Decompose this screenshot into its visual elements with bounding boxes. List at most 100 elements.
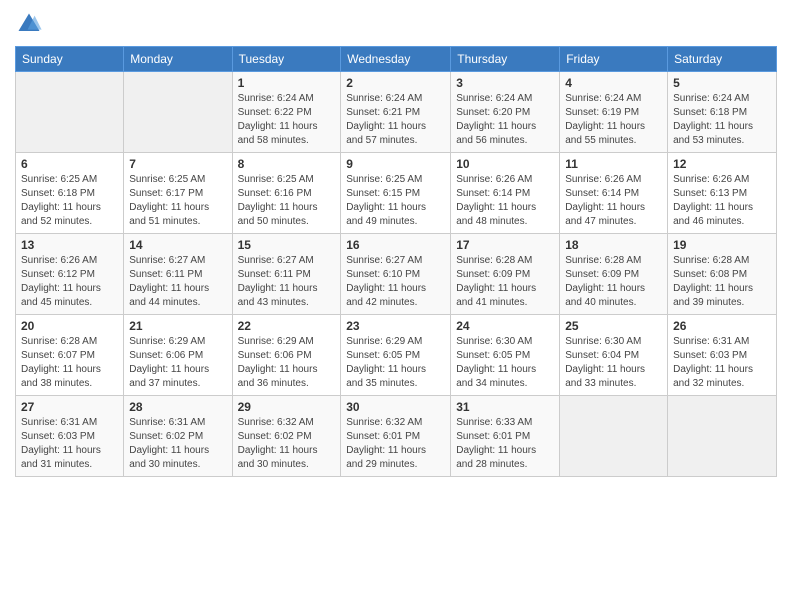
day-header-friday: Friday — [560, 47, 668, 72]
day-info: Sunrise: 6:27 AM Sunset: 6:11 PM Dayligh… — [129, 254, 226, 310]
day-header-wednesday: Wednesday — [341, 47, 451, 72]
calendar-cell: 27 Sunrise: 6:31 AM Sunset: 6:03 PM Dayli… — [16, 396, 124, 477]
calendar-body: 1Sunrise: 6:24 AM Sunset: 6:22 PM Daylig… — [16, 72, 777, 477]
day-number: 19 — [673, 238, 771, 252]
calendar-cell: 4 Sunrise: 6:24 AM Sunset: 6:19 PM Daylig… — [560, 72, 668, 153]
day-info: Sunrise: 6:28 AM Sunset: 6:07 PM Dayligh… — [21, 335, 118, 391]
day-number: 29 — [238, 400, 336, 414]
day-number: 12 — [673, 157, 771, 171]
days-header-row: SundayMondayTuesdayWednesdayThursdayFrid… — [16, 47, 777, 72]
day-info: Sunrise: 6:30 AM Sunset: 6:05 PM Dayligh… — [456, 335, 554, 391]
day-header-saturday: Saturday — [668, 47, 777, 72]
calendar-cell: 26Sunrise: 6:31 AM Sunset: 6:03 PM Dayli… — [668, 315, 777, 396]
day-info: Sunrise: 6:27 AM Sunset: 6:11 PM Dayligh… — [238, 254, 336, 310]
day-number: 5 — [673, 76, 771, 90]
week-row-1: 1Sunrise: 6:24 AM Sunset: 6:22 PM Daylig… — [16, 72, 777, 153]
day-info: Sunrise: 6:31 AM Sunset: 6:03 PM Dayligh… — [21, 416, 118, 472]
calendar-cell: 5 Sunrise: 6:24 AM Sunset: 6:18 PM Daylig… — [668, 72, 777, 153]
calendar-cell: 17 Sunrise: 6:28 AM Sunset: 6:09 PM Dayli… — [451, 234, 560, 315]
day-info: Sunrise: 6:29 AM Sunset: 6:05 PM Dayligh… — [346, 335, 445, 391]
calendar-cell — [124, 72, 232, 153]
day-info: Sunrise: 6:25 AM Sunset: 6:18 PM Dayligh… — [21, 173, 118, 229]
day-number: 2 — [346, 76, 445, 90]
day-info: Sunrise: 6:32 AM Sunset: 6:02 PM Dayligh… — [238, 416, 336, 472]
day-header-tuesday: Tuesday — [232, 47, 341, 72]
day-number: 10 — [456, 157, 554, 171]
day-number: 26 — [673, 319, 771, 333]
day-number: 13 — [21, 238, 118, 252]
calendar-cell: 2 Sunrise: 6:24 AM Sunset: 6:21 PM Daylig… — [341, 72, 451, 153]
logo-icon — [15, 10, 43, 38]
day-number: 27 — [21, 400, 118, 414]
day-number: 16 — [346, 238, 445, 252]
calendar-cell: 13Sunrise: 6:26 AM Sunset: 6:12 PM Dayli… — [16, 234, 124, 315]
day-number: 30 — [346, 400, 445, 414]
day-info: Sunrise: 6:26 AM Sunset: 6:13 PM Dayligh… — [673, 173, 771, 229]
page: SundayMondayTuesdayWednesdayThursdayFrid… — [0, 0, 792, 487]
day-info: Sunrise: 6:28 AM Sunset: 6:08 PM Dayligh… — [673, 254, 771, 310]
calendar-cell: 25 Sunrise: 6:30 AM Sunset: 6:04 PM Dayli… — [560, 315, 668, 396]
calendar-cell: 22Sunrise: 6:29 AM Sunset: 6:06 PM Dayli… — [232, 315, 341, 396]
day-number: 25 — [565, 319, 662, 333]
day-info: Sunrise: 6:26 AM Sunset: 6:14 PM Dayligh… — [456, 173, 554, 229]
day-info: Sunrise: 6:28 AM Sunset: 6:09 PM Dayligh… — [565, 254, 662, 310]
day-info: Sunrise: 6:27 AM Sunset: 6:10 PM Dayligh… — [346, 254, 445, 310]
calendar-cell: 28 Sunrise: 6:31 AM Sunset: 6:02 PM Dayli… — [124, 396, 232, 477]
day-number: 14 — [129, 238, 226, 252]
calendar-cell: 8Sunrise: 6:25 AM Sunset: 6:16 PM Daylig… — [232, 153, 341, 234]
day-number: 7 — [129, 157, 226, 171]
day-info: Sunrise: 6:32 AM Sunset: 6:01 PM Dayligh… — [346, 416, 445, 472]
day-number: 20 — [21, 319, 118, 333]
week-row-5: 27 Sunrise: 6:31 AM Sunset: 6:03 PM Dayli… — [16, 396, 777, 477]
day-number: 23 — [346, 319, 445, 333]
day-number: 22 — [238, 319, 336, 333]
day-info: Sunrise: 6:24 AM Sunset: 6:22 PM Dayligh… — [238, 92, 336, 148]
calendar-cell: 15 Sunrise: 6:27 AM Sunset: 6:11 PM Dayli… — [232, 234, 341, 315]
header — [15, 10, 777, 38]
day-info: Sunrise: 6:24 AM Sunset: 6:20 PM Dayligh… — [456, 92, 554, 148]
calendar-cell: 23 Sunrise: 6:29 AM Sunset: 6:05 PM Dayli… — [341, 315, 451, 396]
week-row-3: 13Sunrise: 6:26 AM Sunset: 6:12 PM Dayli… — [16, 234, 777, 315]
calendar-cell: 3Sunrise: 6:24 AM Sunset: 6:20 PM Daylig… — [451, 72, 560, 153]
day-number: 15 — [238, 238, 336, 252]
day-number: 9 — [346, 157, 445, 171]
day-number: 4 — [565, 76, 662, 90]
calendar-cell: 20 Sunrise: 6:28 AM Sunset: 6:07 PM Dayli… — [16, 315, 124, 396]
day-info: Sunrise: 6:29 AM Sunset: 6:06 PM Dayligh… — [129, 335, 226, 391]
day-info: Sunrise: 6:25 AM Sunset: 6:17 PM Dayligh… — [129, 173, 226, 229]
day-info: Sunrise: 6:24 AM Sunset: 6:19 PM Dayligh… — [565, 92, 662, 148]
day-number: 6 — [21, 157, 118, 171]
calendar-cell: 14 Sunrise: 6:27 AM Sunset: 6:11 PM Dayli… — [124, 234, 232, 315]
calendar-cell: 6 Sunrise: 6:25 AM Sunset: 6:18 PM Daylig… — [16, 153, 124, 234]
day-number: 28 — [129, 400, 226, 414]
calendar-cell: 12 Sunrise: 6:26 AM Sunset: 6:13 PM Dayli… — [668, 153, 777, 234]
week-row-4: 20 Sunrise: 6:28 AM Sunset: 6:07 PM Dayli… — [16, 315, 777, 396]
calendar-cell: 9 Sunrise: 6:25 AM Sunset: 6:15 PM Daylig… — [341, 153, 451, 234]
day-number: 8 — [238, 157, 336, 171]
calendar-cell: 16 Sunrise: 6:27 AM Sunset: 6:10 PM Dayli… — [341, 234, 451, 315]
calendar: SundayMondayTuesdayWednesdayThursdayFrid… — [15, 46, 777, 477]
day-number: 31 — [456, 400, 554, 414]
day-number: 21 — [129, 319, 226, 333]
day-number: 11 — [565, 157, 662, 171]
calendar-header: SundayMondayTuesdayWednesdayThursdayFrid… — [16, 47, 777, 72]
day-info: Sunrise: 6:30 AM Sunset: 6:04 PM Dayligh… — [565, 335, 662, 391]
calendar-cell: 19 Sunrise: 6:28 AM Sunset: 6:08 PM Dayli… — [668, 234, 777, 315]
week-row-2: 6 Sunrise: 6:25 AM Sunset: 6:18 PM Daylig… — [16, 153, 777, 234]
day-info: Sunrise: 6:31 AM Sunset: 6:02 PM Dayligh… — [129, 416, 226, 472]
calendar-cell: 7 Sunrise: 6:25 AM Sunset: 6:17 PM Daylig… — [124, 153, 232, 234]
day-number: 17 — [456, 238, 554, 252]
day-header-sunday: Sunday — [16, 47, 124, 72]
day-info: Sunrise: 6:26 AM Sunset: 6:14 PM Dayligh… — [565, 173, 662, 229]
calendar-cell: 29 Sunrise: 6:32 AM Sunset: 6:02 PM Dayli… — [232, 396, 341, 477]
calendar-cell: 1Sunrise: 6:24 AM Sunset: 6:22 PM Daylig… — [232, 72, 341, 153]
calendar-cell: 24Sunrise: 6:30 AM Sunset: 6:05 PM Dayli… — [451, 315, 560, 396]
day-info: Sunrise: 6:24 AM Sunset: 6:21 PM Dayligh… — [346, 92, 445, 148]
day-info: Sunrise: 6:25 AM Sunset: 6:15 PM Dayligh… — [346, 173, 445, 229]
calendar-cell: 18Sunrise: 6:28 AM Sunset: 6:09 PM Dayli… — [560, 234, 668, 315]
day-info: Sunrise: 6:28 AM Sunset: 6:09 PM Dayligh… — [456, 254, 554, 310]
logo — [15, 10, 47, 38]
calendar-cell — [16, 72, 124, 153]
day-info: Sunrise: 6:24 AM Sunset: 6:18 PM Dayligh… — [673, 92, 771, 148]
calendar-cell: 31Sunrise: 6:33 AM Sunset: 6:01 PM Dayli… — [451, 396, 560, 477]
